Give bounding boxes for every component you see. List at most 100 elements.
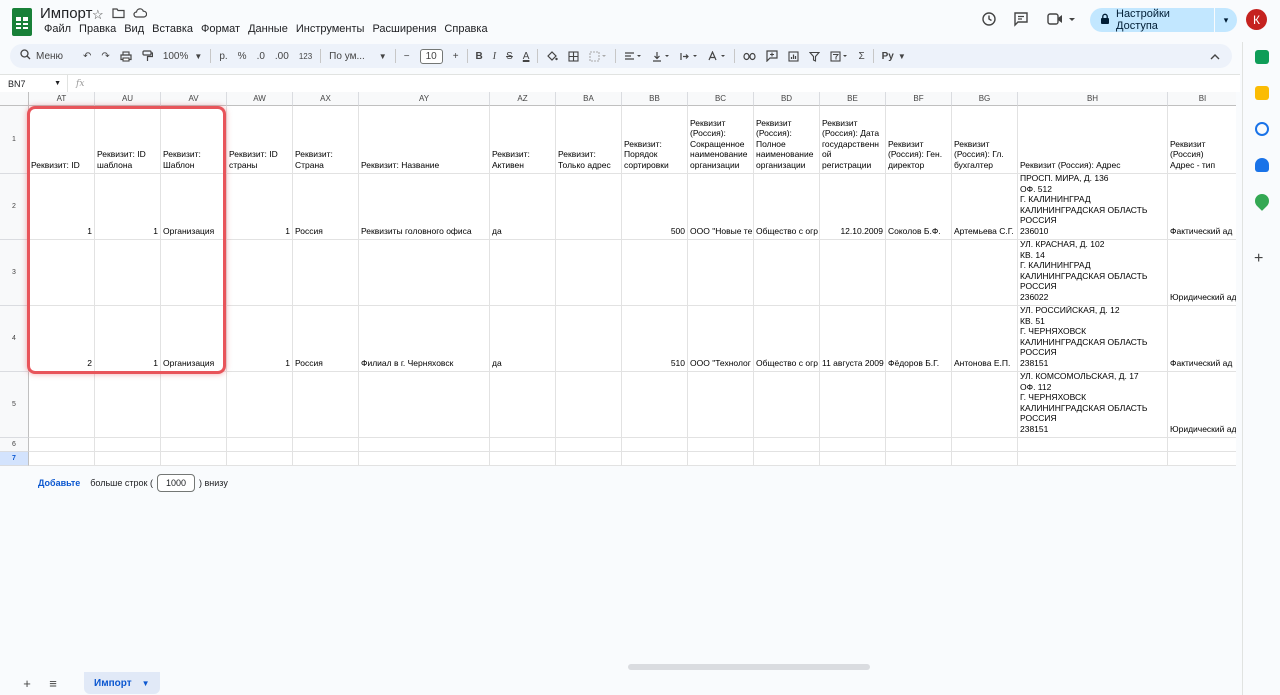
- account-avatar[interactable]: К: [1246, 9, 1267, 30]
- cell-bf7[interactable]: [886, 452, 952, 466]
- row-header-1[interactable]: 1: [0, 106, 29, 174]
- row-header-3[interactable]: 3: [0, 240, 29, 306]
- cell-ay6[interactable]: [359, 438, 490, 452]
- cell-ba2[interactable]: [556, 174, 622, 240]
- insert-link-icon[interactable]: [738, 44, 761, 68]
- horizontal-align-icon[interactable]: [619, 44, 647, 68]
- cell-aw7[interactable]: [227, 452, 293, 466]
- tasks-icon[interactable]: [1255, 122, 1269, 136]
- name-box[interactable]: BN7 ▼: [0, 75, 68, 92]
- cell-bd2[interactable]: Общество с огр: [754, 174, 820, 240]
- cell-bg1[interactable]: Реквизит (Россия): Гл. бухгалтер: [952, 106, 1018, 174]
- font-size-input[interactable]: 10: [415, 44, 448, 68]
- column-header-bd[interactable]: BD: [754, 92, 820, 106]
- cell-ax2[interactable]: Россия: [293, 174, 359, 240]
- cell-aw5[interactable]: [227, 372, 293, 438]
- functions-button[interactable]: Σ: [853, 44, 869, 68]
- row-header-6[interactable]: 6: [0, 438, 29, 452]
- cell-bi2[interactable]: Фактический ад: [1168, 174, 1236, 240]
- document-title[interactable]: Импорт: [40, 5, 92, 22]
- cell-bf3[interactable]: [886, 240, 952, 306]
- cell-be3[interactable]: [820, 240, 886, 306]
- cell-be4[interactable]: 11 августа 2009: [820, 306, 886, 372]
- cell-bi1[interactable]: Реквизит (Россия) Адрес - тип: [1168, 106, 1236, 174]
- cell-av6[interactable]: [161, 438, 227, 452]
- column-header-au[interactable]: AU: [95, 92, 161, 106]
- cell-ba5[interactable]: [556, 372, 622, 438]
- cell-ba4[interactable]: [556, 306, 622, 372]
- cell-be1[interactable]: Реквизит (Россия): Дата государственн ой…: [820, 106, 886, 174]
- cell-bf4[interactable]: Фёдоров Б.Г.: [886, 306, 952, 372]
- sheet-tab-import[interactable]: Импорт ▼: [84, 672, 160, 694]
- cell-bi7[interactable]: [1168, 452, 1236, 466]
- menu-data[interactable]: Данные: [244, 23, 292, 35]
- cell-az6[interactable]: [490, 438, 556, 452]
- zoom-select[interactable]: 100% ▼: [158, 44, 208, 68]
- row-header-4[interactable]: 4: [0, 306, 29, 372]
- merge-cells-icon[interactable]: [584, 44, 612, 68]
- decrease-decimal-button[interactable]: .0: [252, 44, 270, 68]
- cell-bb1[interactable]: Реквизит: Порядок сортировки: [622, 106, 688, 174]
- menu-format[interactable]: Формат: [197, 23, 244, 35]
- cell-bd1[interactable]: Реквизит (Россия): Полное наименование о…: [754, 106, 820, 174]
- filter-icon[interactable]: [804, 44, 825, 68]
- cell-bg6[interactable]: [952, 438, 1018, 452]
- input-tools-button[interactable]: Ру ▼: [877, 44, 911, 68]
- cell-ay2[interactable]: Реквизиты головного офиса: [359, 174, 490, 240]
- add-rows-button[interactable]: Добавьте: [38, 478, 80, 488]
- cell-bh7[interactable]: [1018, 452, 1168, 466]
- row-header-5[interactable]: 5: [0, 372, 29, 438]
- cell-bc1[interactable]: Реквизит (Россия): Сокращенное наименова…: [688, 106, 754, 174]
- cell-bb4[interactable]: 510: [622, 306, 688, 372]
- menu-view[interactable]: Вид: [120, 23, 148, 35]
- share-button[interactable]: Настройки Доступа: [1090, 8, 1214, 32]
- all-sheets-icon[interactable]: ≡: [40, 676, 66, 691]
- menu-search[interactable]: Меню: [10, 44, 68, 68]
- column-header-az[interactable]: AZ: [490, 92, 556, 106]
- cell-ax6[interactable]: [293, 438, 359, 452]
- menu-help[interactable]: Справка: [440, 23, 491, 35]
- borders-icon[interactable]: [563, 44, 584, 68]
- cell-aw1[interactable]: Реквизит: ID страны: [227, 106, 293, 174]
- italic-button[interactable]: I: [488, 44, 501, 68]
- cell-ax1[interactable]: Реквизит: Страна: [293, 106, 359, 174]
- more-formats-button[interactable]: 123: [294, 44, 317, 68]
- cell-ba3[interactable]: [556, 240, 622, 306]
- redo-icon[interactable]: ↷: [96, 44, 114, 68]
- fill-color-icon[interactable]: [541, 44, 563, 68]
- cell-bb5[interactable]: [622, 372, 688, 438]
- cell-aw6[interactable]: [227, 438, 293, 452]
- cell-bh4[interactable]: УЛ. РОССИЙСКАЯ, Д. 12 КВ. 51 Г. ЧЕРНЯХОВ…: [1018, 306, 1168, 372]
- column-header-ay[interactable]: AY: [359, 92, 490, 106]
- column-header-ax[interactable]: AX: [293, 92, 359, 106]
- currency-format-button[interactable]: р.: [214, 44, 232, 68]
- decrease-font-size-icon[interactable]: −: [399, 44, 415, 68]
- cell-az7[interactable]: [490, 452, 556, 466]
- cell-ax5[interactable]: [293, 372, 359, 438]
- cell-bc6[interactable]: [688, 438, 754, 452]
- cell-az1[interactable]: Реквизит: Активен: [490, 106, 556, 174]
- cell-az5[interactable]: [490, 372, 556, 438]
- sheets-logo-icon[interactable]: [12, 8, 32, 36]
- cell-aw2[interactable]: 1: [227, 174, 293, 240]
- column-header-bg[interactable]: BG: [952, 92, 1018, 106]
- cell-at6[interactable]: [29, 438, 95, 452]
- cell-bb6[interactable]: [622, 438, 688, 452]
- row-header-2[interactable]: 2: [0, 174, 29, 240]
- cell-aw3[interactable]: [227, 240, 293, 306]
- insert-chart-icon[interactable]: [783, 44, 804, 68]
- cell-ay1[interactable]: Реквизит: Название: [359, 106, 490, 174]
- column-header-be[interactable]: BE: [820, 92, 886, 106]
- cell-be5[interactable]: [820, 372, 886, 438]
- cell-bf2[interactable]: Соколов Б.Ф.: [886, 174, 952, 240]
- cell-av5[interactable]: [161, 372, 227, 438]
- increase-font-size-icon[interactable]: +: [448, 44, 464, 68]
- cell-au7[interactable]: [95, 452, 161, 466]
- cell-bd7[interactable]: [754, 452, 820, 466]
- cell-bb2[interactable]: 500: [622, 174, 688, 240]
- cell-bg2[interactable]: Артемьева С.Г.: [952, 174, 1018, 240]
- cell-bc7[interactable]: [688, 452, 754, 466]
- cell-bf1[interactable]: Реквизит (Россия): Ген. директор: [886, 106, 952, 174]
- bold-button[interactable]: B: [471, 44, 488, 68]
- cell-bc2[interactable]: ООО "Новые те: [688, 174, 754, 240]
